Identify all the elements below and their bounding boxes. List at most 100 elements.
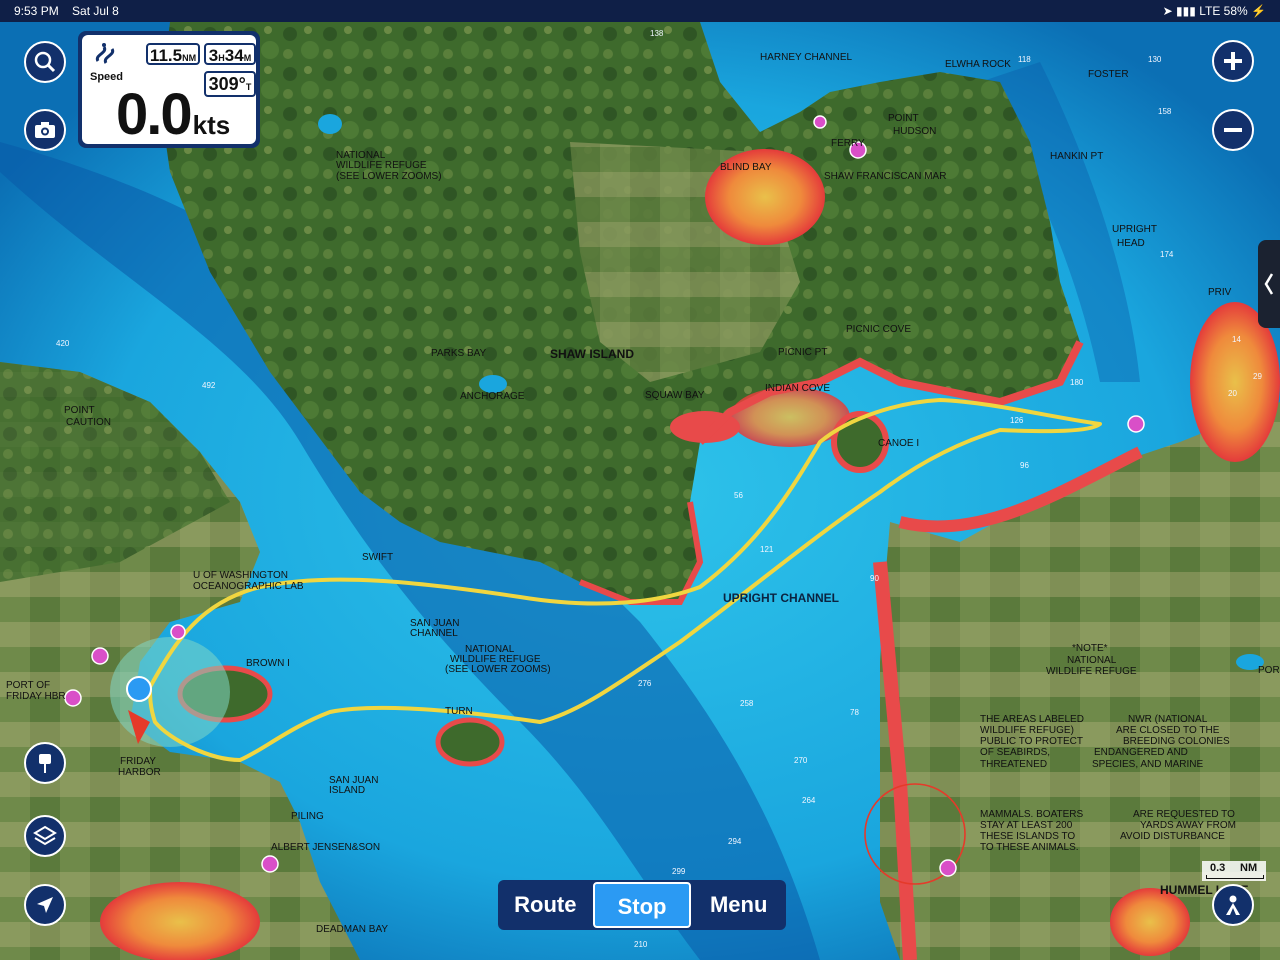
search-button[interactable]: [24, 41, 66, 83]
depth-sounding: 299: [672, 867, 686, 876]
route-logo-icon: [95, 43, 115, 64]
label-areas-1: THE AREAS LABELED: [980, 714, 1084, 725]
label-upright-head-1: UPRIGHT: [1112, 224, 1157, 235]
layers-button[interactable]: [24, 815, 66, 857]
distance-unit: NM: [182, 53, 197, 63]
label-swift: SWIFT: [362, 552, 393, 563]
depth-sounding: 158: [1158, 107, 1172, 116]
label-turn: TURN: [445, 706, 473, 717]
distance-value: 11.5: [149, 46, 183, 65]
label-shaw-island: SHAW ISLAND: [550, 347, 634, 361]
speed-readout: 0.0kts: [116, 81, 230, 148]
depth-sounding: 174: [1160, 250, 1174, 259]
lake: [318, 114, 342, 134]
scale-unit: NM: [1240, 862, 1258, 874]
bottom-action-bar: Route Stop Menu: [498, 880, 786, 930]
label-ferry: FERRY: [831, 138, 865, 149]
menu-button[interactable]: Menu: [691, 882, 786, 928]
label-nwr-note-3: BREEDING COLONIES: [1123, 736, 1230, 747]
locate-button[interactable]: [24, 884, 66, 926]
time-readout: 3 H 34 M: [204, 43, 256, 65]
label-mammals-3: THESE ISLANDS TO: [980, 831, 1075, 842]
label-priv: PRIV: [1208, 287, 1232, 298]
label-blind-bay: BLIND BAY: [720, 162, 772, 173]
label-albert-jensen: ALBERT JENSEN&SON: [271, 842, 380, 853]
depth-sounding: 130: [1148, 55, 1162, 64]
label-por: POR: [1258, 665, 1280, 676]
label-nwr-note-2: ARE CLOSED TO THE: [1116, 725, 1220, 736]
label-upright-head-2: HEAD: [1117, 238, 1145, 249]
label-friday-harbor-1: FRIDAY: [120, 756, 156, 767]
label-foster: FOSTER: [1088, 69, 1129, 80]
label-point-hudson-1: POINT: [888, 113, 919, 124]
label-nwr-note-4: ENDANGERED AND: [1094, 747, 1188, 758]
label-picnic-cove: PICNIC COVE: [846, 324, 911, 335]
label-squaw-bay: SQUAW BAY: [645, 390, 705, 401]
label-anchorage: ANCHORAGE: [460, 391, 525, 402]
label-point-hudson-2: HUDSON: [893, 126, 936, 137]
label-piling: PILING: [291, 811, 324, 822]
side-panel-tab[interactable]: [1258, 240, 1280, 328]
instrument-panel[interactable]: 11.5 NM 3 H 34 M Speed 309°T 0.0kts: [78, 31, 260, 148]
time-minutes-unit: M: [243, 53, 252, 63]
route-button[interactable]: Route: [498, 882, 593, 928]
depth-sounding: 276: [638, 679, 652, 688]
status-bar: 9:53 PM Sat Jul 8 ➤ ▮▮▮ LTE 58% ⚡: [0, 0, 1280, 22]
label-brown-i: BROWN I: [246, 658, 290, 669]
label-mammals-2: STAY AT LEAST 200: [980, 820, 1073, 831]
label-requested-3: AVOID DISTURBANCE: [1120, 831, 1225, 842]
status-battery: 58%: [1223, 4, 1248, 18]
nautical-chart[interactable]: HARNEY CHANNEL ELWHA ROCK FOSTER POINT H…: [0, 22, 1280, 960]
shoal-southeast: [1110, 888, 1190, 956]
label-parks-bay: PARKS BAY: [431, 348, 487, 359]
person-icon: [1226, 895, 1240, 915]
label-nwr-mid-3: (SEE LOWER ZOOMS): [445, 664, 551, 675]
label-uw-lab-1: U OF WASHINGTON: [193, 570, 288, 581]
depth-sounding: 258: [740, 699, 754, 708]
label-note-1: *NOTE*: [1072, 643, 1108, 654]
plus-icon: [1224, 52, 1242, 70]
label-hankin-pt: HANKIN PT: [1050, 151, 1103, 162]
label-port-of-friday-2: FRIDAY HBR: [6, 691, 66, 702]
label-requested-1: ARE REQUESTED TO: [1133, 809, 1235, 820]
speed-value: 0.0: [116, 82, 193, 147]
battery-icon: ⚡: [1251, 4, 1266, 18]
depth-sounding: 210: [634, 940, 648, 949]
distance-readout: 11.5 NM: [146, 43, 200, 65]
profile-button[interactable]: [1212, 884, 1254, 926]
label-areas-5: THREATENED: [980, 759, 1047, 770]
layers-icon: [33, 825, 57, 846]
depth-sounding: 118: [1018, 55, 1031, 64]
depth-sounding: 29: [1253, 372, 1262, 381]
label-port-of-friday-1: PORT OF: [6, 680, 50, 691]
depth-sounding: 270: [794, 756, 808, 765]
status-time: 9:53 PM: [14, 4, 59, 18]
depth-sounding: 96: [1020, 461, 1029, 470]
depth-sounding: 56: [734, 491, 743, 500]
waypoint-button[interactable]: [24, 742, 66, 784]
minus-icon: [1224, 128, 1242, 132]
label-picnic-pt: PICNIC PT: [778, 347, 827, 358]
search-icon: [34, 51, 56, 73]
label-uw-lab-2: OCEANOGRAPHIC LAB: [193, 581, 304, 592]
depth-sounding: 121: [760, 545, 774, 554]
waypoint-marker[interactable]: [126, 676, 152, 702]
scale-bar: [1206, 875, 1264, 879]
label-sj-channel-2: CHANNEL: [410, 628, 458, 639]
zoom-in-button[interactable]: [1212, 40, 1254, 82]
label-nwr-2: WILDLIFE REFUGE: [336, 160, 427, 171]
label-point-caution-1: POINT: [64, 405, 95, 416]
stop-button[interactable]: Stop: [592, 882, 692, 928]
label-deadman-bay: DEADMAN BAY: [316, 924, 388, 935]
depth-sounding: 20: [1228, 389, 1237, 398]
label-note-3: WILDLIFE REFUGE: [1046, 666, 1137, 677]
heading-ref: T: [245, 82, 252, 92]
camera-button[interactable]: [24, 109, 66, 151]
label-nwr-note-1: NWR (NATIONAL: [1128, 714, 1208, 725]
label-friday-harbor-2: HARBOR: [118, 767, 161, 778]
chevron-left-icon: [1264, 273, 1274, 295]
depth-sounding: 294: [728, 837, 742, 846]
zoom-out-button[interactable]: [1212, 109, 1254, 151]
time-hours: 3: [208, 46, 219, 65]
depth-sounding: 138: [650, 29, 664, 38]
